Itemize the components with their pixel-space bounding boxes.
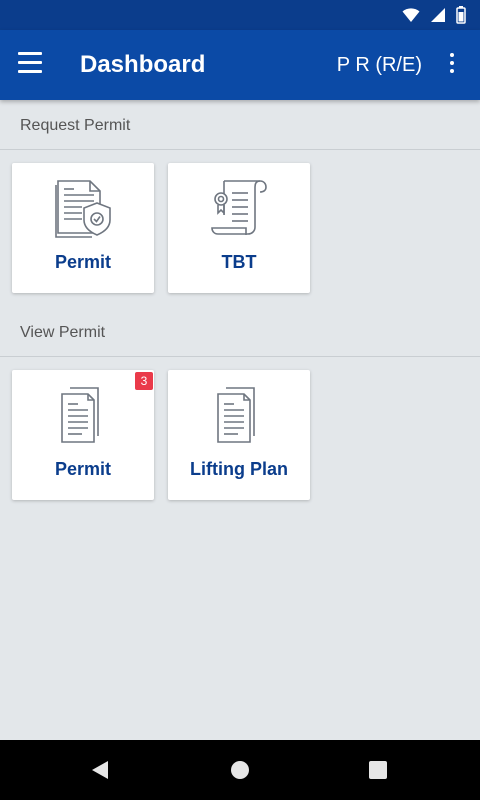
battery-icon: [456, 6, 466, 24]
recents-icon[interactable]: [366, 758, 390, 782]
tile-label: Lifting Plan: [190, 459, 288, 479]
section-title: View Permit: [20, 324, 106, 341]
section-title: Request Permit: [20, 117, 131, 134]
home-icon[interactable]: [228, 758, 252, 782]
more-vertical-icon[interactable]: [448, 53, 456, 77]
navigation-bar: [0, 740, 480, 800]
document-shield-icon: [55, 180, 111, 238]
section-header-view-permit: View Permit: [0, 307, 480, 357]
signal-icon: [431, 8, 445, 22]
tile-label: Permit: [54, 459, 112, 479]
tile-request-tbt[interactable]: TBT: [168, 163, 310, 293]
notification-badge: 3: [135, 372, 153, 390]
tile-view-lifting-plan[interactable]: Lifting Plan: [168, 370, 310, 500]
user-role-label[interactable]: P R (R/E): [337, 52, 422, 78]
documents-icon: [217, 387, 255, 443]
page-title: Dashboard: [80, 51, 206, 78]
tile-label: TBT: [221, 252, 257, 272]
tile-request-permit[interactable]: Permit: [12, 163, 154, 293]
app-bar: Dashboard P R (R/E): [0, 30, 480, 100]
wifi-icon: [402, 8, 420, 22]
section-header-request-permit: Request Permit: [0, 100, 480, 150]
status-bar: [0, 0, 480, 30]
certificate-scroll-icon: [211, 180, 267, 235]
documents-icon: [61, 387, 99, 443]
hamburger-menu-icon[interactable]: [16, 52, 44, 78]
back-icon[interactable]: [88, 758, 112, 782]
status-icons: [402, 6, 466, 24]
tile-view-permit[interactable]: Permit 3: [12, 370, 154, 500]
tile-label: Permit: [54, 252, 112, 272]
